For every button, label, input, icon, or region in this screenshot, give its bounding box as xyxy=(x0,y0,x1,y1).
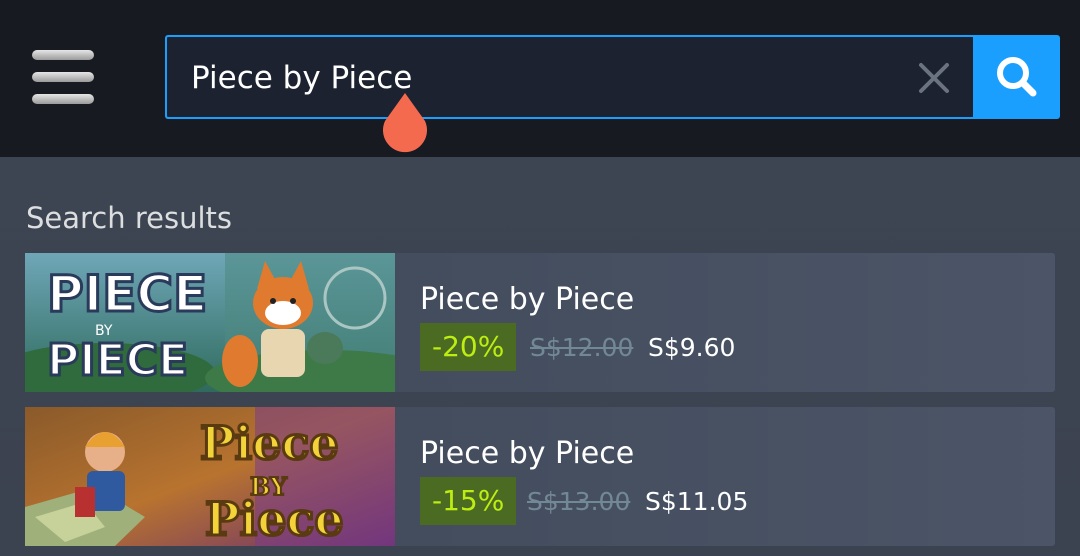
menu-bar-line xyxy=(32,94,94,104)
text-cursor-handle[interactable] xyxy=(380,93,430,156)
result-title: Piece by Piece xyxy=(420,436,635,471)
original-price: S$13.00 xyxy=(527,487,631,516)
thumbnail-logo-text: BY xyxy=(250,472,288,501)
original-price: S$12.00 xyxy=(530,333,634,362)
thumbnail-logo-text: PIECE xyxy=(47,265,207,323)
menu-bar-line xyxy=(32,50,94,60)
result-title: Piece by Piece xyxy=(420,282,635,317)
search-result-item[interactable]: Piece Piece BY Piece by Piece -15% S$13.… xyxy=(25,407,1055,546)
thumbnail-logo-text: BY xyxy=(95,323,113,339)
search-field[interactable] xyxy=(165,35,973,119)
close-icon[interactable] xyxy=(917,61,951,95)
final-price: S$9.60 xyxy=(648,333,736,362)
search-results-panel: Search results PIECE PIECE BY Piece by P… xyxy=(0,157,1080,556)
final-price: S$11.05 xyxy=(645,487,749,516)
search-icon xyxy=(997,57,1037,97)
discount-badge: -20% xyxy=(420,323,517,371)
hamburger-menu-icon[interactable] xyxy=(28,48,98,106)
game-thumbnail: Piece Piece BY xyxy=(25,407,395,546)
discount-badge: -15% xyxy=(420,477,517,525)
search-input[interactable] xyxy=(191,55,891,101)
game-thumbnail: PIECE PIECE BY xyxy=(25,253,395,392)
search-button[interactable] xyxy=(973,35,1060,119)
search-result-item[interactable]: PIECE PIECE BY Piece by Piece -20% S$12.… xyxy=(25,253,1055,392)
thumbnail-logo-text: Piece xyxy=(200,416,339,470)
top-bar xyxy=(0,0,1080,157)
menu-bar-line xyxy=(32,72,94,82)
thumbnail-logo-text: PIECE xyxy=(47,335,188,386)
search-results-heading: Search results xyxy=(26,201,233,235)
